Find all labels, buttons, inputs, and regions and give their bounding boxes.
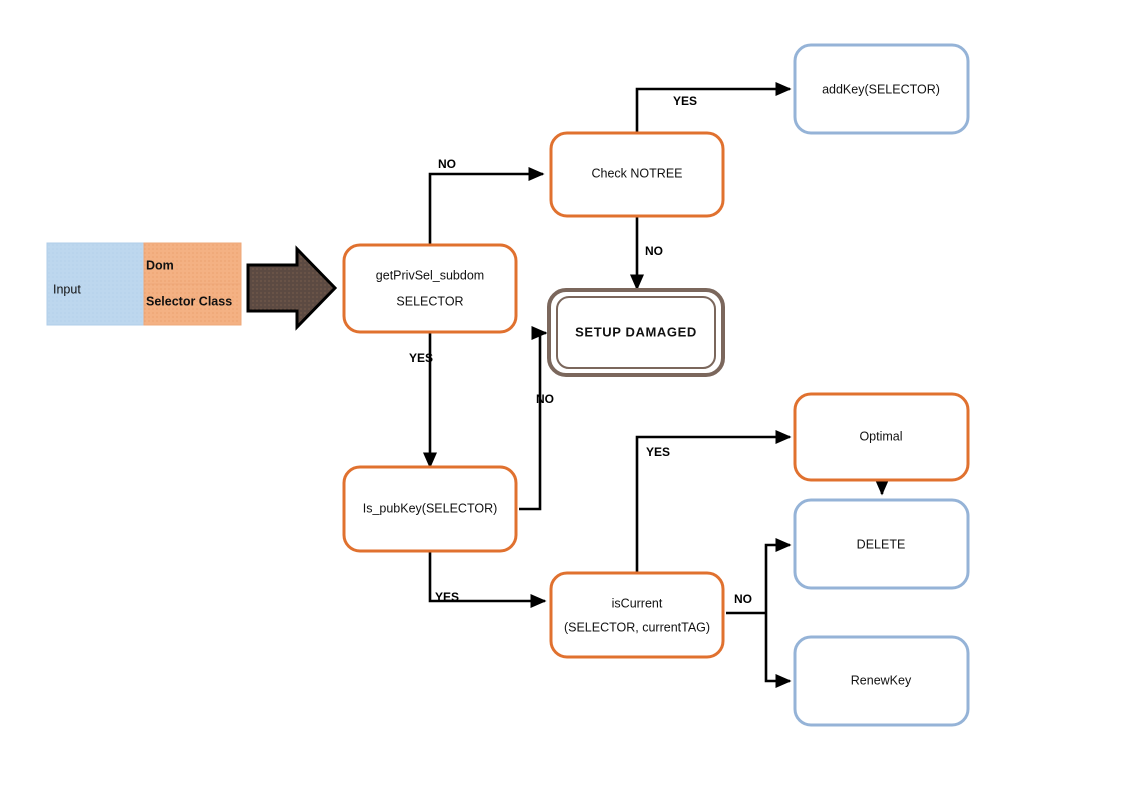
edge-ispubkey-to-setupdamaged xyxy=(519,325,548,511)
edge-iscurrent-to-renewkey xyxy=(764,613,792,689)
input-row-selector-class: Selector Class xyxy=(146,294,232,308)
node-renewkey[interactable]: RenewKey xyxy=(793,635,970,727)
node-optimal[interactable]: Optimal xyxy=(793,392,970,482)
edge-label-ispubkey-yes: YES xyxy=(435,590,459,604)
edge-label-ispubkey-no: NO xyxy=(536,392,554,406)
node-is-current[interactable]: isCurrent (SELECTOR, currentTAG) xyxy=(549,571,725,659)
node-optimal-label: Optimal xyxy=(859,429,902,443)
node-is-current-label-line1: isCurrent xyxy=(612,596,663,610)
input-left-label: Input xyxy=(53,282,81,296)
node-getprivsel-label-line1: getPrivSel_subdom xyxy=(376,268,484,282)
node-addkey-label: addKey(SELECTOR) xyxy=(822,82,940,96)
edge-label-iscurrent-no: NO xyxy=(734,592,752,606)
edge-label-checknotree-no: NO xyxy=(645,244,663,258)
node-is-current-label-line2: (SELECTOR, currentTAG) xyxy=(564,620,710,634)
node-addkey[interactable]: addKey(SELECTOR) xyxy=(793,43,970,135)
input-block: Input Dom Selector Class xyxy=(46,242,242,326)
edge-checknotree-to-addkey xyxy=(635,81,792,133)
node-setup-damaged-label: SETUP DAMAGED xyxy=(575,324,697,339)
edge-label-checknotree-yes: YES xyxy=(673,94,697,108)
node-getprivsel-subdom[interactable]: getPrivSel_subdom SELECTOR xyxy=(342,243,518,334)
node-delete-label: DELETE xyxy=(857,537,906,551)
input-flow-arrow-icon xyxy=(246,245,338,331)
node-check-notree-label: Check NOTREE xyxy=(592,166,683,180)
edge-label-getprivsel-no: NO xyxy=(438,157,456,171)
node-delete[interactable]: DELETE xyxy=(793,498,970,590)
node-getprivsel-label-line2: SELECTOR xyxy=(396,294,463,308)
edge-label-iscurrent-yes: YES xyxy=(646,445,670,459)
flowchart-diagram: Input Dom Selector Class NO YES NO YES N… xyxy=(0,0,1122,793)
node-is-pubkey-label: Is_pubKey(SELECTOR) xyxy=(363,501,498,515)
node-check-notree[interactable]: Check NOTREE xyxy=(549,131,725,218)
edge-label-getprivsel-yes: YES xyxy=(409,351,433,365)
edge-getprivsel-to-checknotree xyxy=(428,166,545,245)
node-is-pubkey[interactable]: Is_pubKey(SELECTOR) xyxy=(342,465,518,553)
node-renewkey-label: RenewKey xyxy=(851,673,912,687)
node-setup-damaged[interactable]: SETUP DAMAGED xyxy=(547,288,725,377)
input-row-dom: Dom xyxy=(146,258,174,272)
edge-iscurrent-to-delete xyxy=(764,537,792,613)
